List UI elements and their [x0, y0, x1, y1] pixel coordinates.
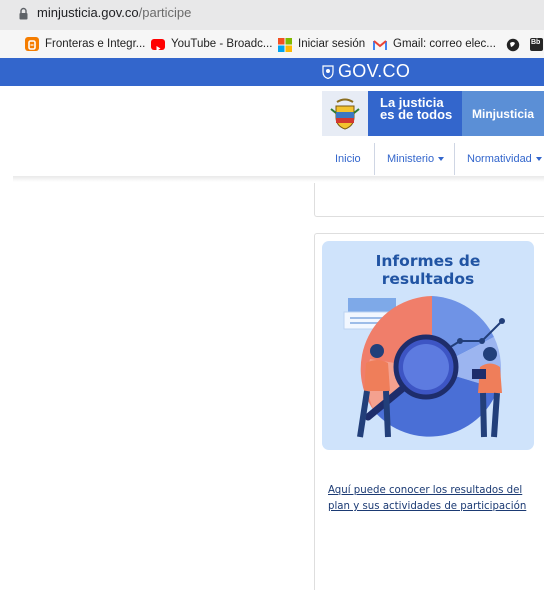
url-path: /participe: [138, 5, 192, 20]
nav-item-ministerio[interactable]: Ministerio: [387, 143, 445, 175]
previous-card: [314, 183, 544, 217]
gov-co-text: GOV.CO: [338, 61, 411, 81]
minjusticia-label: Minjusticia: [462, 91, 544, 136]
escudo-colombia-icon: [322, 91, 368, 136]
bookmark-fronteras[interactable]: Fronteras e Integr...: [25, 35, 145, 53]
resultados-link-line1[interactable]: Aquí puede conocer los resultados del: [328, 485, 522, 496]
bookmarks-bar: Fronteras e Integr... YouTube - Broadc..…: [0, 30, 544, 58]
bookmark-globe[interactable]: [506, 35, 526, 53]
nav-label: Inicio: [335, 153, 361, 165]
logo-line2: es de todos: [380, 107, 453, 122]
url-text[interactable]: minjusticia.gov.co/participe: [37, 5, 191, 20]
gov-co-logo[interactable]: GOV.CO: [322, 61, 410, 82]
blackboard-label: Bb: [531, 38, 541, 46]
informes-illustration[interactable]: Informes de resultados: [322, 241, 534, 450]
bookmark-youtube[interactable]: YouTube - Broadc...: [151, 35, 272, 53]
nav-label: Normatividad: [467, 153, 532, 165]
bookmark-label: Iniciar sesión: [298, 38, 366, 50]
gmail-icon: [373, 37, 387, 51]
header-shadow: [13, 176, 544, 182]
bookmark-blackboard[interactable]: Bb: [530, 35, 544, 53]
chevron-down-icon: [535, 157, 542, 161]
la-justicia-label: La justicia es de todos: [368, 91, 462, 136]
chevron-down-icon: [438, 157, 445, 161]
report-illustration-art: [343, 296, 505, 438]
bookmark-iniciar-sesion[interactable]: Iniciar sesión: [278, 35, 365, 53]
bookmark-label: YouTube - Broadc...: [171, 38, 273, 50]
bookmark-label: Gmail: correo elec...: [393, 38, 496, 50]
nav-item-inicio[interactable]: Inicio: [335, 143, 361, 175]
colombia-shield-icon: [322, 64, 334, 79]
url-host: minjusticia.gov.co: [37, 5, 139, 20]
nav-label: Ministerio: [387, 153, 435, 165]
main-nav: Inicio Ministerio Normatividad: [322, 143, 544, 175]
nav-item-normatividad[interactable]: Normatividad: [467, 143, 542, 175]
lock-icon: [19, 7, 28, 20]
resultados-link-line2[interactable]: plan y sus actividades de participación: [328, 501, 526, 512]
blogger-icon: [25, 37, 39, 51]
nav-divider: [374, 143, 375, 175]
microsoft-icon: [278, 37, 292, 52]
nav-divider: [454, 143, 455, 175]
youtube-icon: [151, 38, 165, 51]
gov-co-bar: GOV.CO: [0, 58, 544, 86]
blackboard-icon: Bb: [530, 37, 543, 51]
bookmark-gmail[interactable]: Gmail: correo elec...: [373, 35, 496, 53]
browser-address-bar[interactable]: minjusticia.gov.co/participe: [0, 0, 544, 30]
globe-icon: [506, 37, 520, 52]
bookmark-label: Fronteras e Integr...: [45, 38, 146, 50]
minjusticia-logo[interactable]: La justicia es de todos Minjusticia: [322, 91, 544, 136]
